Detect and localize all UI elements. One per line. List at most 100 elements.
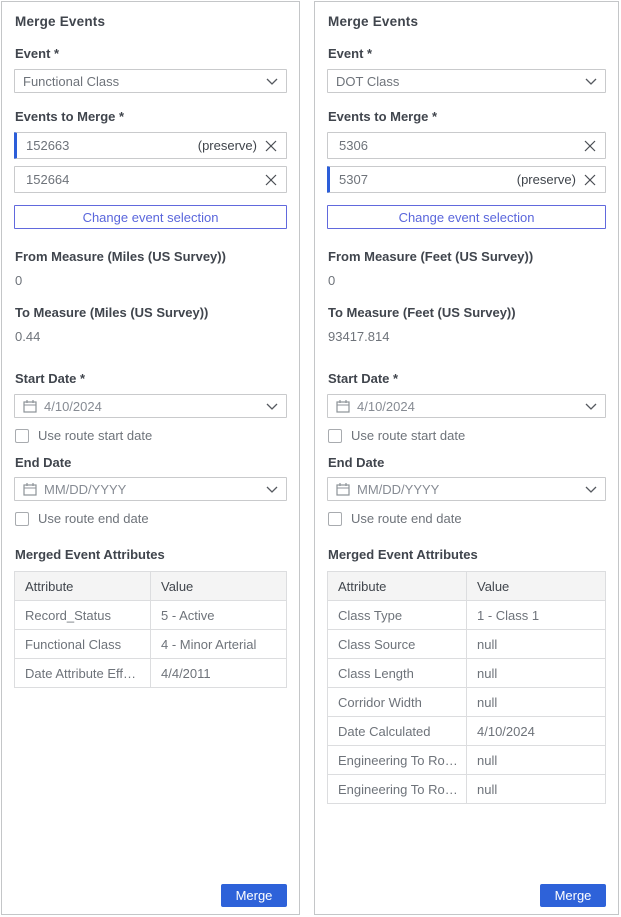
value-column-header: Value (467, 572, 606, 601)
attr-name: Record_Status (15, 601, 151, 630)
attr-value: null (467, 630, 606, 659)
table-row: Corridor Width null (328, 688, 606, 717)
calendar-icon (23, 399, 37, 413)
merge-events-screen: Merge Events Event * Functional Class Ev… (0, 0, 621, 917)
end-date-picker[interactable]: MM/DD/YYYY (14, 477, 287, 501)
attr-value: null (467, 688, 606, 717)
remove-event-icon[interactable] (264, 173, 278, 187)
event-id: 152664 (26, 172, 264, 187)
merge-events-panel-left: Merge Events Event * Functional Class Ev… (1, 1, 300, 915)
table-row: Date Attribute Effective 4/4/2011 (15, 659, 287, 688)
attr-value: 1 - Class 1 (467, 601, 606, 630)
merged-event-attributes-table: Attribute Value Class Type 1 - Class 1 C… (327, 571, 606, 804)
end-date-placeholder: MM/DD/YYYY (44, 482, 260, 497)
attr-name: Engineering To Route ... (328, 775, 467, 804)
use-route-start-date-checkbox-row[interactable]: Use route start date (328, 428, 606, 443)
event-id: 152663 (26, 138, 198, 153)
to-measure-value: 93417.814 (328, 329, 606, 344)
start-date-picker[interactable]: 4/10/2024 (327, 394, 606, 418)
preserve-badge: (preserve) (198, 138, 257, 153)
chevron-down-icon (266, 401, 278, 411)
merged-event-attributes-title: Merged Event Attributes (328, 547, 606, 562)
remove-event-icon[interactable] (583, 139, 597, 153)
use-route-start-date-checkbox-row[interactable]: Use route start date (15, 428, 287, 443)
attr-name: Class Type (328, 601, 467, 630)
use-route-end-date-checkbox[interactable] (15, 512, 29, 526)
panel-title: Merge Events (328, 14, 606, 29)
chevron-down-icon (585, 401, 597, 411)
table-row: Engineering To Route ... null (328, 775, 606, 804)
attr-value: null (467, 775, 606, 804)
remove-event-icon[interactable] (264, 139, 278, 153)
merge-button[interactable]: Merge (540, 884, 606, 907)
attr-name: Date Calculated (328, 717, 467, 746)
table-row: Functional Class 4 - Minor Arterial (15, 630, 287, 659)
start-date-value: 4/10/2024 (357, 399, 579, 414)
start-date-picker[interactable]: 4/10/2024 (14, 394, 287, 418)
table-row: Class Type 1 - Class 1 (328, 601, 606, 630)
use-route-end-date-checkbox-row[interactable]: Use route end date (15, 511, 287, 526)
attr-value: 5 - Active (151, 601, 287, 630)
event-id: 5307 (339, 172, 517, 187)
attr-value: null (467, 659, 606, 688)
merged-event-attributes-title: Merged Event Attributes (15, 547, 287, 562)
event-label: Event * (328, 46, 606, 61)
start-date-value: 4/10/2024 (44, 399, 260, 414)
event-id: 5306 (339, 138, 583, 153)
attr-name: Date Attribute Effective (15, 659, 151, 688)
to-measure-label: To Measure (Miles (US Survey)) (15, 305, 287, 320)
change-event-selection-button[interactable]: Change event selection (327, 205, 606, 229)
end-date-picker[interactable]: MM/DD/YYYY (327, 477, 606, 501)
attr-value: 4/10/2024 (467, 717, 606, 746)
table-row: Class Source null (328, 630, 606, 659)
attr-value: null (467, 746, 606, 775)
remove-event-icon[interactable] (583, 173, 597, 187)
panel-title: Merge Events (15, 14, 287, 29)
attr-column-header: Attribute (15, 572, 151, 601)
attr-value: 4/4/2011 (151, 659, 287, 688)
calendar-icon (336, 482, 350, 496)
merged-event-attributes-table: Attribute Value Record_Status 5 - Active… (14, 571, 287, 688)
chevron-down-icon (266, 484, 278, 494)
end-date-label: End Date (328, 455, 606, 470)
merge-button[interactable]: Merge (221, 884, 287, 907)
panel-footer: Merge (14, 884, 287, 908)
from-measure-label: From Measure (Feet (US Survey)) (328, 249, 606, 264)
end-date-placeholder: MM/DD/YYYY (357, 482, 579, 497)
use-route-start-date-checkbox[interactable] (328, 429, 342, 443)
merge-events-panel-right: Merge Events Event * DOT Class Events to… (314, 1, 619, 915)
attr-name: Functional Class (15, 630, 151, 659)
use-route-end-date-checkbox[interactable] (328, 512, 342, 526)
event-to-merge-row: 5306 (327, 132, 606, 159)
use-route-start-date-checkbox[interactable] (15, 429, 29, 443)
start-date-label: Start Date * (328, 371, 606, 386)
chevron-down-icon (585, 76, 597, 86)
table-row: Date Calculated 4/10/2024 (328, 717, 606, 746)
event-select[interactable]: DOT Class (327, 69, 606, 93)
event-select[interactable]: Functional Class (14, 69, 287, 93)
table-row: Engineering To RouteID null (328, 746, 606, 775)
from-measure-value: 0 (328, 273, 606, 288)
use-route-end-date-label: Use route end date (351, 511, 462, 526)
use-route-start-date-label: Use route start date (38, 428, 152, 443)
preserve-badge: (preserve) (517, 172, 576, 187)
start-date-label: Start Date * (15, 371, 287, 386)
events-to-merge-label: Events to Merge * (328, 109, 606, 124)
chevron-down-icon (585, 484, 597, 494)
event-to-merge-row: 5307 (preserve) (327, 166, 606, 193)
attr-name: Corridor Width (328, 688, 467, 717)
event-select-value: DOT Class (336, 74, 579, 89)
to-measure-value: 0.44 (15, 329, 287, 344)
attr-name: Engineering To RouteID (328, 746, 467, 775)
events-to-merge-label: Events to Merge * (15, 109, 287, 124)
use-route-end-date-label: Use route end date (38, 511, 149, 526)
change-event-selection-button[interactable]: Change event selection (14, 205, 287, 229)
panel-footer: Merge (327, 884, 606, 908)
event-select-value: Functional Class (23, 74, 260, 89)
value-column-header: Value (151, 572, 287, 601)
use-route-start-date-label: Use route start date (351, 428, 465, 443)
use-route-end-date-checkbox-row[interactable]: Use route end date (328, 511, 606, 526)
chevron-down-icon (266, 76, 278, 86)
event-label: Event * (15, 46, 287, 61)
event-to-merge-row: 152663 (preserve) (14, 132, 287, 159)
